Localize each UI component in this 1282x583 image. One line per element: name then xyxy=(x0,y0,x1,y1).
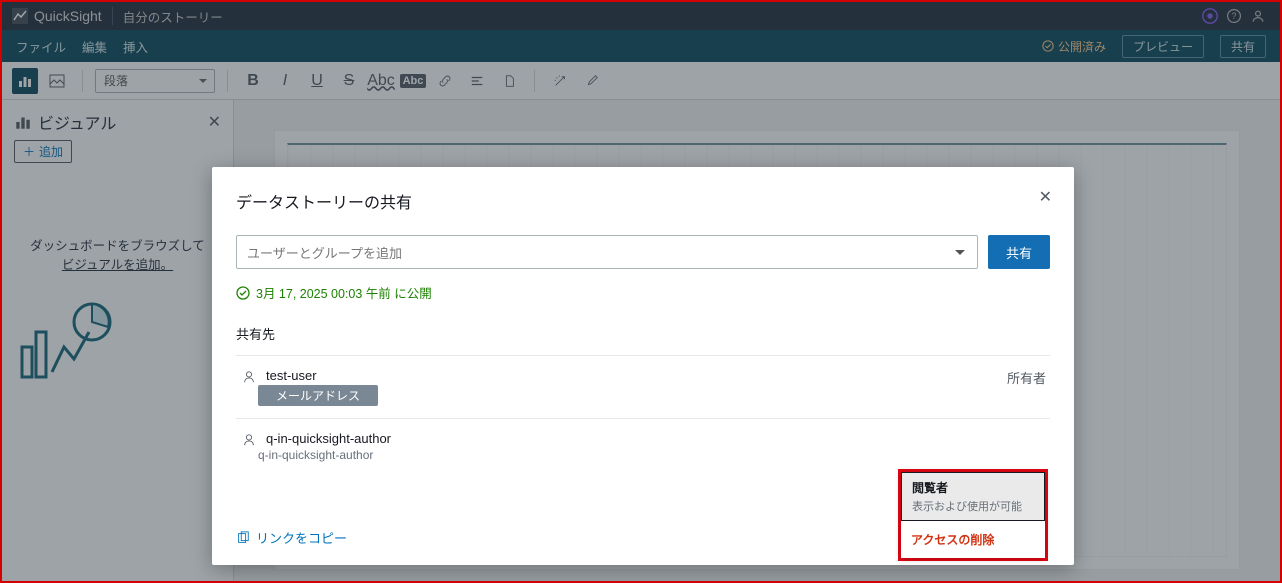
share-modal: データストーリーの共有 ✕ ユーザーとグループを追加 共有 3月 17, 202… xyxy=(212,167,1074,565)
user-role[interactable]: 所有者 xyxy=(1007,368,1046,387)
user-name: test-user xyxy=(266,368,378,383)
share-row: q-in-quicksight-author q-in-quicksight-a… xyxy=(236,418,1050,506)
copy-icon xyxy=(236,531,250,545)
user-group-combobox[interactable]: ユーザーとグループを追加 xyxy=(236,235,978,269)
modal-close-icon[interactable]: ✕ xyxy=(1039,187,1052,207)
confirm-share-button[interactable]: 共有 xyxy=(988,235,1050,269)
role-dropdown: 閲覧者 表示および使用が可能 アクセスの削除 xyxy=(901,472,1045,558)
copy-link[interactable]: リンクをコピー xyxy=(256,528,347,547)
modal-title: データストーリーの共有 xyxy=(236,189,1050,213)
remove-access-option[interactable]: アクセスの削除 xyxy=(901,521,1045,558)
person-icon xyxy=(240,433,258,447)
role-option-viewer[interactable]: 閲覧者 表示および使用が可能 xyxy=(901,472,1045,521)
user-name: q-in-quicksight-author xyxy=(266,431,391,446)
check-circle-icon xyxy=(236,286,250,300)
shared-with-heading: 共有先 xyxy=(236,324,1050,343)
publish-info: 3月 17, 2025 00:03 午前 に公開 xyxy=(236,283,1050,302)
role-dropdown-highlight: 閲覧者 表示および使用が可能 アクセスの削除 xyxy=(898,469,1048,561)
user-email: メールアドレス xyxy=(258,385,378,406)
user-email: q-in-quicksight-author xyxy=(258,448,391,462)
person-icon xyxy=(240,370,258,384)
share-row: test-user メールアドレス 所有者 xyxy=(236,356,1050,418)
share-list: test-user メールアドレス 所有者 q-in-quicksight-au… xyxy=(236,355,1050,506)
